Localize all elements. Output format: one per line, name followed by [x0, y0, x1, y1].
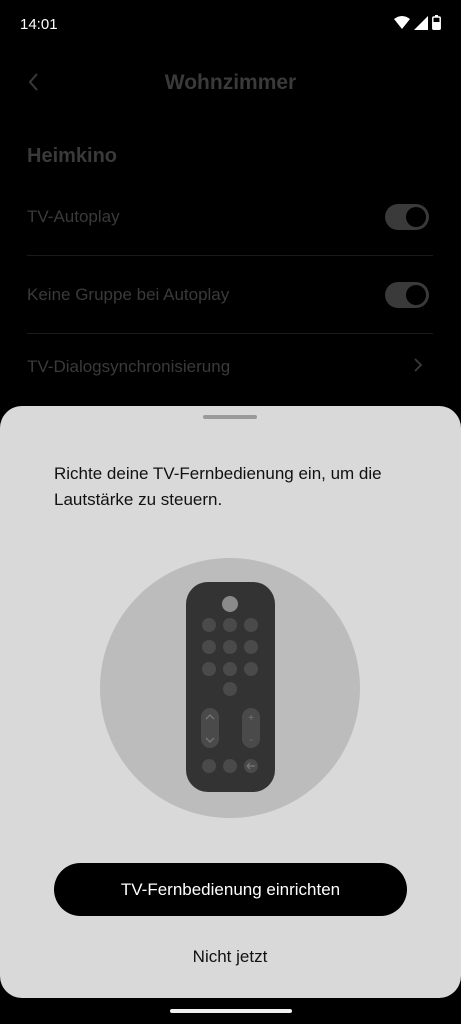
- setting-label: Keine Gruppe bei Autoplay: [27, 285, 230, 304]
- volume-down-label: -: [249, 735, 252, 746]
- setting-row-tv-autoplay[interactable]: TV-Autoplay: [27, 177, 433, 256]
- toggle-knob: [406, 285, 426, 305]
- home-indicator[interactable]: [170, 1009, 292, 1013]
- setting-label: TV-Autoplay: [27, 207, 120, 226]
- wifi-icon: [394, 15, 410, 29]
- sheet-drag-handle[interactable]: [203, 415, 257, 419]
- setup-remote-button[interactable]: TV-Fernbedienung einrichten: [54, 863, 407, 916]
- setting-label: TV-Dialogsynchronisierung: [27, 357, 231, 376]
- toggle-knob: [406, 207, 426, 227]
- status-icons: [394, 15, 441, 30]
- sheet-message: Richte deine TV-Fernbedienung ein, um di…: [54, 464, 382, 509]
- bottom-sheet: Richte deine TV-Fernbedienung ein, um di…: [0, 406, 461, 998]
- tv-autoplay-toggle[interactable]: [385, 204, 429, 230]
- not-now-button[interactable]: Nicht jetzt: [130, 944, 330, 970]
- status-time: 14:01: [20, 16, 58, 33]
- tv-remote-illustration: + -: [100, 558, 360, 818]
- section-title: Heimkino: [27, 145, 118, 167]
- setting-row-no-group[interactable]: Keine Gruppe bei Autoplay: [27, 255, 433, 334]
- no-group-toggle[interactable]: [385, 282, 429, 308]
- setting-row-dialog-sync[interactable]: TV-Dialogsynchronisierung: [27, 333, 433, 411]
- volume-up-label: +: [248, 713, 254, 724]
- page-title: Wohnzimmer: [164, 71, 297, 94]
- settings-page: Wohnzimmer Heimkino TV-Autoplay Keine Gr…: [0, 50, 461, 410]
- status-bar: 14:01: [0, 0, 461, 50]
- chevron-right-icon: [414, 358, 423, 372]
- signal-icon: [414, 15, 428, 30]
- battery-icon: [432, 15, 441, 30]
